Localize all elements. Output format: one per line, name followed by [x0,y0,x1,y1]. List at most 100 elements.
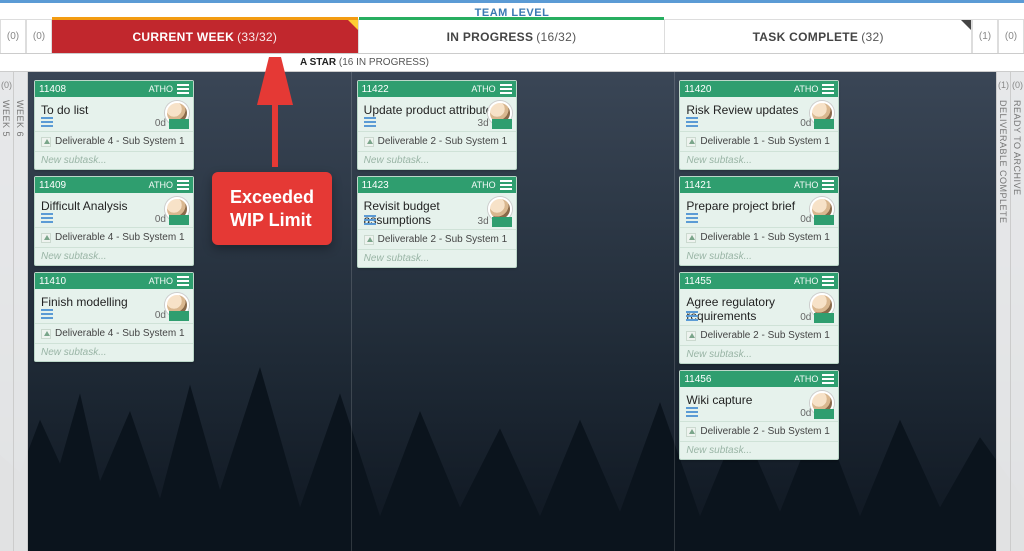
card-menu-icon[interactable] [500,180,512,190]
card-id: 11455 [684,276,711,287]
card-meta-label: Deliverable 1 - Sub System 1 [700,232,830,243]
card-id: 11421 [684,180,711,191]
card-duration: 3d [478,216,512,227]
new-subtask-input[interactable]: New subtask... [680,151,838,169]
progress-chip [814,313,834,323]
swimlane-name: A STAR [300,57,336,68]
card-assignee: ATHO [149,180,173,190]
card-duration: 0d [155,118,189,129]
column-count: (16/32) [536,30,576,44]
card-meta: Deliverable 1 - Sub System 1 [680,227,838,247]
card-id: 11420 [684,84,711,95]
column-count: (33/32) [237,30,277,44]
link-up-icon [364,235,374,245]
card-meta: Deliverable 4 - Sub System 1 [35,323,193,343]
column-headers: (0) (0) CURRENT WEEK (33/32) IN PROGRESS… [0,20,1024,54]
progress-chip [492,217,512,227]
card-menu-icon[interactable] [177,180,189,190]
card-header: 11456 ATHO [680,371,838,387]
card-meta: Deliverable 2 - Sub System 1 [680,421,838,441]
column-label: IN PROGRESS [447,30,534,44]
rail-ready-archive[interactable]: (0) READY TO ARCHIVE [1010,72,1024,551]
new-subtask-input[interactable]: New subtask... [680,441,838,459]
card-duration: 3d [478,118,512,129]
card-menu-icon[interactable] [500,84,512,94]
duration-text: 0d [155,118,166,129]
kanban-card[interactable]: 11455 ATHO Agree regulatory requirements… [679,272,839,364]
card-assignee: ATHO [471,180,495,190]
new-subtask-input[interactable]: New subtask... [358,151,516,169]
card-meta: Deliverable 4 - Sub System 1 [35,131,193,151]
column-task-complete[interactable]: TASK COMPLETE (32) [665,20,972,53]
card-menu-icon[interactable] [822,180,834,190]
lane-in-progress[interactable]: 11422 ATHO Update product attributes 3d … [351,72,674,551]
list-icon [686,311,698,321]
lane-current-week[interactable]: 11408 ATHO To do list 0d Deliverable 4 -… [28,72,351,551]
kanban-card[interactable]: 11410 ATHO Finish modelling 0d Deliverab… [34,272,194,362]
card-header: 11423 ATHO [358,177,516,193]
lane-task-complete[interactable]: 11420 ATHO Risk Review updates 0d Delive… [673,72,996,551]
new-subtask-input[interactable]: New subtask... [35,247,193,265]
progress-chip [169,119,189,129]
card-meta: Deliverable 1 - Sub System 1 [680,131,838,151]
rail-week6[interactable]: WEEK 6 [14,72,28,551]
card-menu-icon[interactable] [822,84,834,94]
card-duration: 0d [155,310,189,321]
card-meta-label: Deliverable 2 - Sub System 1 [378,234,508,245]
left-count-2: (0) [0,20,26,53]
card-meta-label: Deliverable 4 - Sub System 1 [55,232,185,243]
card-menu-icon[interactable] [177,84,189,94]
card-header: 11420 ATHO [680,81,838,97]
column-in-progress[interactable]: IN PROGRESS (16/32) [359,20,666,53]
duration-text: 3d [478,216,489,227]
card-id: 11456 [684,374,711,385]
fold-icon [348,20,358,30]
right-count-1: (1) [972,20,998,53]
kanban-card[interactable]: 11409 ATHO Difficult Analysis 0d Deliver… [34,176,194,266]
rail-deliverable-complete[interactable]: (1) DELIVERABLE COMPLETE [996,72,1010,551]
card-assignee: ATHO [794,276,818,286]
duration-text: 0d [800,118,811,129]
link-up-icon [686,233,696,243]
new-subtask-input[interactable]: New subtask... [358,249,516,267]
card-menu-icon[interactable] [177,276,189,286]
swimlane-status: (16 IN PROGRESS) [339,57,429,68]
link-up-icon [686,331,696,341]
card-header: 11455 ATHO [680,273,838,289]
card-assignee: ATHO [794,84,818,94]
progress-chip [169,215,189,225]
new-subtask-input[interactable]: New subtask... [680,345,838,363]
link-up-icon [41,329,51,339]
kanban-card[interactable]: 11408 ATHO To do list 0d Deliverable 4 -… [34,80,194,170]
kanban-card[interactable]: 11456 ATHO Wiki capture 0d Deliverable 2… [679,370,839,460]
duration-text: 0d [800,214,811,225]
rail-week5[interactable]: (0) WEEK 5 [0,72,14,551]
card-id: 11423 [362,180,389,191]
kanban-card[interactable]: 11422 ATHO Update product attributes 3d … [357,80,517,170]
annotation-callout: Exceeded WIP Limit [212,172,332,245]
progress-chip [814,119,834,129]
column-current-week[interactable]: CURRENT WEEK (33/32) [52,20,359,53]
card-menu-icon[interactable] [822,374,834,384]
kanban-card[interactable]: 11420 ATHO Risk Review updates 0d Delive… [679,80,839,170]
card-meta-label: Deliverable 4 - Sub System 1 [55,136,185,147]
kanban-card[interactable]: 11423 ATHO Revisit budget assumptions 3d… [357,176,517,268]
new-subtask-input[interactable]: New subtask... [680,247,838,265]
card-assignee: ATHO [794,374,818,384]
card-duration: 0d [800,408,834,419]
card-menu-icon[interactable] [822,276,834,286]
link-up-icon [686,427,696,437]
card-header: 11421 ATHO [680,177,838,193]
card-assignee: ATHO [471,84,495,94]
new-subtask-input[interactable]: New subtask... [35,151,193,169]
swimlane-header[interactable]: A STAR (16 IN PROGRESS) [0,54,1024,72]
card-assignee: ATHO [149,84,173,94]
link-up-icon [686,137,696,147]
kanban-card[interactable]: 11421 ATHO Prepare project brief 0d Deli… [679,176,839,266]
rail-label: DELIVERABLE COMPLETE [998,100,1008,224]
rail-label: READY TO ARCHIVE [1012,100,1022,196]
link-up-icon [364,137,374,147]
right-count-2: (0) [998,20,1024,53]
link-up-icon [41,137,51,147]
new-subtask-input[interactable]: New subtask... [35,343,193,361]
